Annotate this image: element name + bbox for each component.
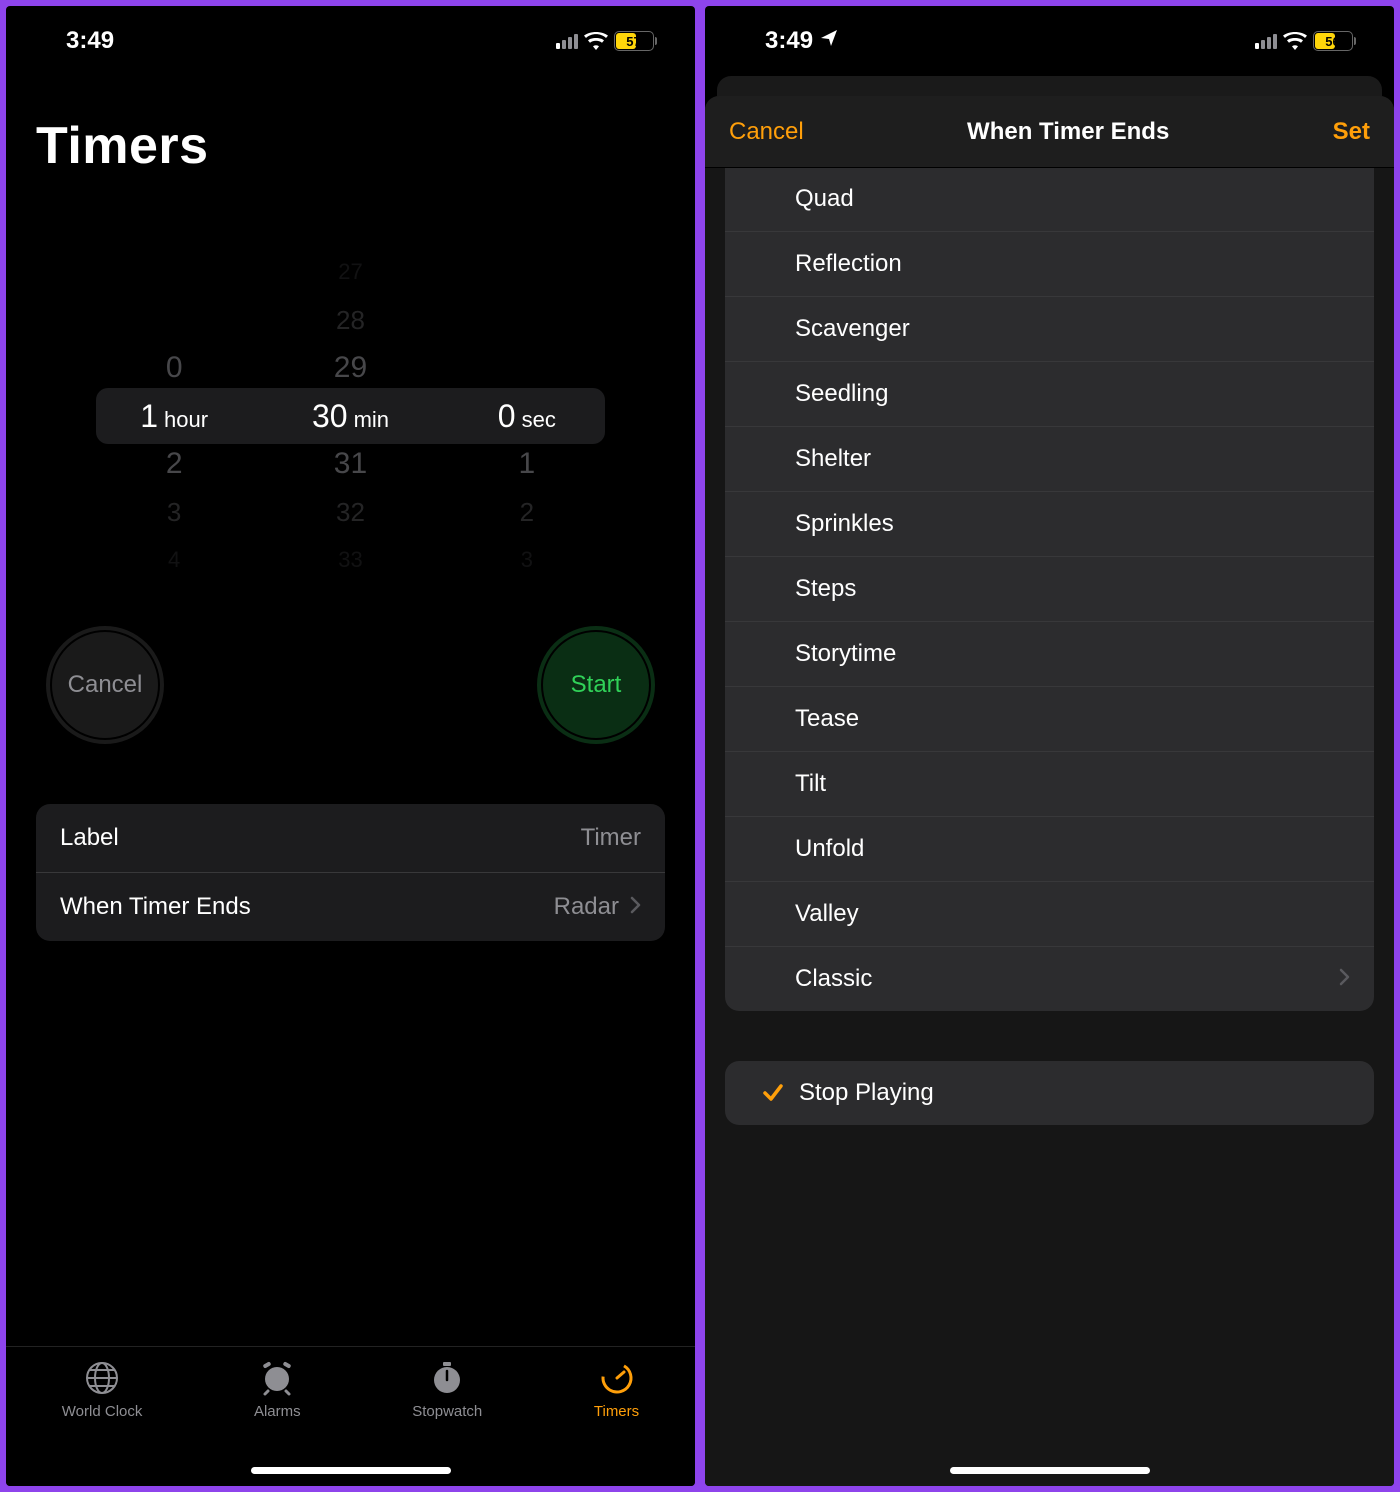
tab-world-clock[interactable]: World Clock [62, 1359, 143, 1420]
wifi-icon [1283, 32, 1307, 50]
wheel-value: 30min [312, 392, 389, 440]
sound-row[interactable]: Steps [725, 556, 1374, 621]
tab-timers[interactable]: Timers [594, 1359, 639, 1420]
seconds-wheel[interactable]: 0sec123 [439, 226, 615, 606]
wheel-value: 1hour [140, 392, 208, 440]
wheel-value: 3 [521, 536, 533, 584]
sound-label: Quad [795, 185, 854, 213]
cellular-icon [1255, 33, 1277, 49]
status-time: 3:49 [765, 27, 813, 55]
sound-row[interactable]: Reflection [725, 231, 1374, 296]
tab-label: Alarms [254, 1403, 301, 1420]
tab-label: World Clock [62, 1403, 143, 1420]
wifi-icon [584, 32, 608, 50]
sound-list: Quad Reflection Scavenger Seedling Shelter Sp… [725, 168, 1374, 1011]
page-title: Timers [6, 76, 695, 186]
wheel-value: 2 [520, 488, 534, 536]
wheel-value: 33 [338, 536, 362, 584]
status-time: 3:49 [66, 27, 114, 55]
hours-wheel[interactable]: 01hour234 [86, 226, 262, 606]
sound-row[interactable]: Unfold [725, 816, 1374, 881]
timer-settings-card: Label Timer When Timer Ends Radar [36, 804, 665, 941]
start-button[interactable]: Start [537, 626, 655, 744]
tab-label: Stopwatch [412, 1403, 482, 1420]
sound-row[interactable]: Tease [725, 686, 1374, 751]
wheel-value: 28 [336, 296, 365, 344]
wheel-value: 29 [334, 344, 367, 392]
battery-icon: 56 [1313, 31, 1357, 51]
sound-picker-screen: 3:49 56 [705, 6, 1394, 1486]
chevron-right-icon [629, 893, 641, 921]
sound-label: Unfold [795, 835, 864, 863]
wheel-value: 0 [166, 344, 183, 392]
tab-bar: World Clock Alarms Stopwatch Timers [6, 1346, 695, 1486]
sound-row[interactable]: Tilt [725, 751, 1374, 816]
set-button[interactable]: Set [1333, 118, 1370, 146]
tab-stopwatch[interactable]: Stopwatch [412, 1359, 482, 1420]
sound-label: Seedling [795, 380, 888, 408]
sheet-header: Cancel When Timer Ends Set [705, 96, 1394, 168]
sound-row[interactable]: Scavenger [725, 296, 1374, 361]
stop-playing-label: Stop Playing [799, 1079, 934, 1107]
sound-picker-sheet: Cancel When Timer Ends Set Quad Reflectio… [705, 96, 1394, 1486]
wheel-value: 0sec [498, 392, 556, 440]
ends-row-title: When Timer Ends [60, 893, 251, 921]
cancel-button[interactable]: Cancel [729, 118, 804, 146]
wheel-value: 31 [334, 440, 367, 488]
sound-row[interactable]: Valley [725, 881, 1374, 946]
sound-row[interactable]: Sprinkles [725, 491, 1374, 556]
tab-alarms[interactable]: Alarms [254, 1359, 301, 1420]
wheel-value: 32 [336, 488, 365, 536]
sound-label: Tilt [795, 770, 826, 798]
tab-label: Timers [594, 1403, 639, 1420]
minutes-wheel[interactable]: 27282930min313233 [262, 226, 438, 606]
chevron-right-icon [1338, 965, 1350, 993]
sound-label: Shelter [795, 445, 871, 473]
location-icon [819, 27, 839, 55]
home-indicator[interactable] [950, 1467, 1150, 1474]
sound-row[interactable]: Quad [725, 168, 1374, 231]
status-bar: 3:49 57 [6, 6, 695, 76]
home-indicator[interactable] [251, 1467, 451, 1474]
sheet-title: When Timer Ends [967, 118, 1169, 146]
duration-picker[interactable]: 01hour234 27282930min313233 0sec123 [6, 226, 695, 606]
label-row[interactable]: Label Timer [36, 804, 665, 872]
status-bar: 3:49 56 [705, 6, 1394, 76]
cancel-button[interactable]: Cancel [46, 626, 164, 744]
sound-label: Valley [795, 900, 859, 928]
cellular-icon [556, 33, 578, 49]
checkmark-icon [751, 1081, 795, 1105]
sound-row[interactable]: Shelter [725, 426, 1374, 491]
battery-icon: 57 [614, 31, 658, 51]
wheel-value: 4 [168, 536, 180, 584]
sound-label: Tease [795, 705, 859, 733]
label-row-value: Timer [581, 824, 641, 852]
sound-label: Scavenger [795, 315, 910, 343]
wheel-value: 2 [166, 440, 183, 488]
stop-playing-row[interactable]: Stop Playing [725, 1061, 1374, 1125]
sound-label: Classic [795, 965, 872, 993]
sound-label: Steps [795, 575, 856, 603]
sound-label: Sprinkles [795, 510, 894, 538]
sound-row[interactable]: Seedling [725, 361, 1374, 426]
stop-playing-group: Stop Playing [725, 1061, 1374, 1125]
ends-row-value: Radar [554, 893, 619, 921]
wheel-value: 3 [167, 488, 181, 536]
label-row-title: Label [60, 824, 119, 852]
when-timer-ends-row[interactable]: When Timer Ends Radar [36, 872, 665, 941]
wheel-value: 1 [518, 440, 535, 488]
sheet-backdrop [717, 76, 1382, 96]
wheel-value: 27 [338, 248, 362, 296]
sound-label: Storytime [795, 640, 896, 668]
sound-label: Reflection [795, 250, 902, 278]
sound-row[interactable]: Classic [725, 946, 1374, 1011]
timers-screen: 3:49 57 Timers [6, 6, 695, 1486]
sound-row[interactable]: Storytime [725, 621, 1374, 686]
